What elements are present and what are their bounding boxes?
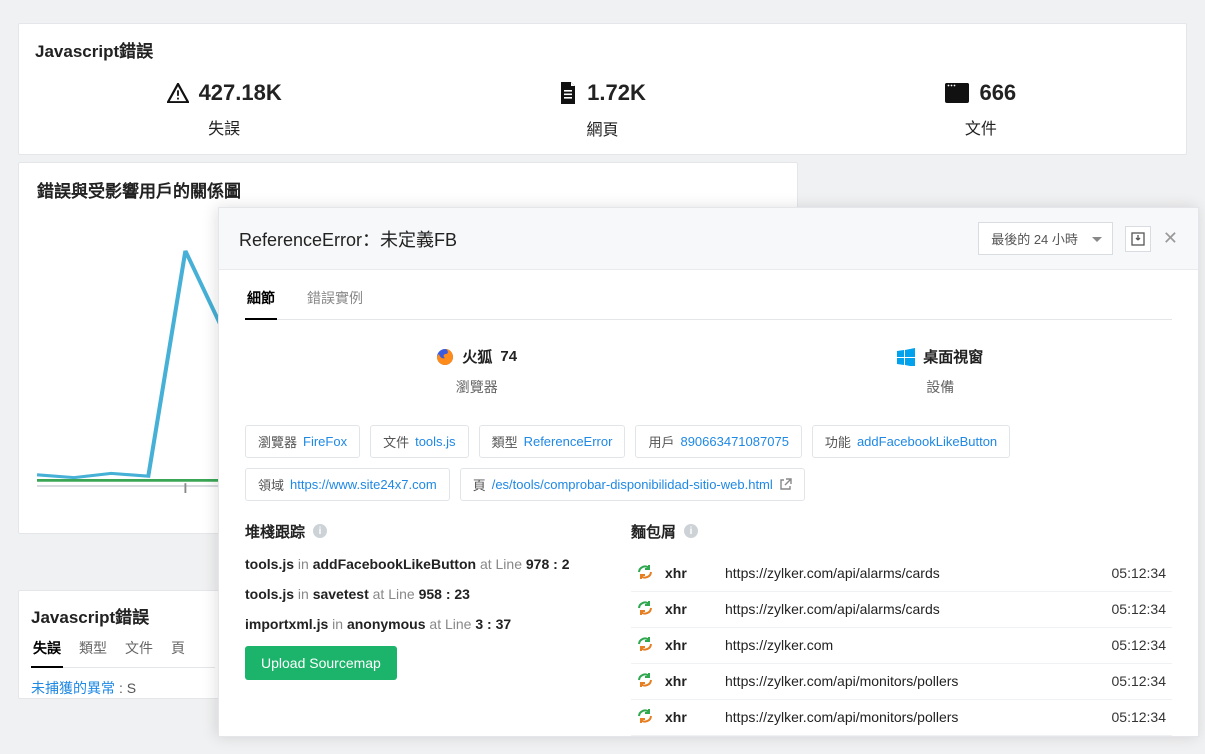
refresh-icon: [637, 600, 653, 616]
time-range-selector[interactable]: 最後的 24 小時: [978, 222, 1113, 255]
stack-trace-section: 堆棧跟踪 i tools.js in addFacebookLikeButton…: [245, 521, 605, 736]
pill-type: 類型ReferenceError: [479, 425, 626, 458]
export-pdf-button[interactable]: [1125, 226, 1151, 252]
stat-row: 427.18K 失誤 1.72K 網頁 666 文件: [35, 70, 1170, 154]
breadcrumb-type: xhr: [659, 556, 719, 592]
tab-errors[interactable]: 失誤: [31, 638, 63, 668]
info-icon[interactable]: i: [684, 524, 698, 538]
breadcrumb-url: https://zylker.com: [719, 627, 1094, 663]
breadcrumb-row: xhrhttps://zylker.com05:12:34: [631, 627, 1172, 663]
stack-line: tools.js in addFacebookLikeButton at Lin…: [245, 556, 605, 572]
stack-line: importxml.js in anonymous at Line 3 : 37: [245, 616, 605, 632]
browser-version: 74: [500, 348, 517, 365]
browser-info: 火狐 74 瀏覽器: [245, 336, 709, 407]
error-list-tabs: 失誤 類型 文件 頁: [31, 638, 215, 668]
tab-page[interactable]: 頁: [169, 638, 187, 667]
pill-function: 功能addFacebookLikeButton: [812, 425, 1010, 458]
error-item-link[interactable]: 未捕獲的異常: [31, 678, 115, 698]
breadcrumb-row: xhrhttps://zylker.com/api/monitors/polle…: [631, 699, 1172, 735]
detail-body: 細節 錯誤實例 火狐 74 瀏覽器 桌面視窗: [219, 270, 1198, 754]
breadcrumb-row: xhrhttps://zylker.com/api/alarms/cards05…: [631, 556, 1172, 592]
error-detail-panel: ReferenceError：未定義FB 最後的 24 小時 ✕ 細節 錯誤實例…: [218, 207, 1199, 737]
summary-title: Javascript錯誤: [35, 37, 1170, 62]
breadcrumb-table: xhrhttps://zylker.com/api/alarms/cards05…: [631, 556, 1172, 736]
breadcrumb-row: xhrhttps://zylker.com/api/alarms/cards05…: [631, 591, 1172, 627]
stat-errors: 427.18K 失誤: [35, 70, 413, 154]
error-list-card: Javascript錯誤 失誤 類型 文件 頁 未捕獲的異常 : S: [18, 590, 228, 699]
stat-label: 網頁: [413, 116, 791, 140]
windows-icon: [897, 348, 915, 366]
info-icon[interactable]: i: [313, 524, 327, 538]
breadcrumb-url: https://zylker.com/api/alarms/cards: [719, 556, 1094, 592]
pill-file: 文件tools.js: [370, 425, 468, 458]
error-list-title: Javascript錯誤: [31, 603, 215, 628]
stack-heading: 堆棧跟踪 i: [245, 521, 605, 542]
upload-sourcemap-button[interactable]: Upload Sourcemap: [245, 646, 397, 680]
browser-name: 火狐: [462, 346, 492, 367]
browser-label: 瀏覽器: [245, 377, 709, 397]
stat-files: 666 文件: [792, 70, 1170, 154]
detail-header: ReferenceError：未定義FB 最後的 24 小時 ✕: [219, 208, 1198, 270]
device-name: 桌面視窗: [923, 346, 983, 367]
tab-type[interactable]: 類型: [77, 638, 109, 667]
tab-instances[interactable]: 錯誤實例: [305, 288, 365, 319]
breadcrumb-type: xhr: [659, 627, 719, 663]
breadcrumb-url: https://zylker.com/api/alarms/cards: [719, 591, 1094, 627]
page-icon: [559, 82, 577, 104]
refresh-icon: [637, 564, 653, 580]
js-errors-summary: Javascript錯誤 427.18K 失誤 1.72K 網頁: [18, 23, 1187, 155]
firefox-icon: [436, 348, 454, 366]
breadcrumb-type: xhr: [659, 699, 719, 735]
browser-window-icon: [945, 83, 969, 103]
warning-icon: [167, 83, 189, 103]
breadcrumb-type: xhr: [659, 663, 719, 699]
tab-details[interactable]: 細節: [245, 288, 277, 320]
device-label: 設備: [709, 377, 1173, 397]
pill-browser: 瀏覽器FireFox: [245, 425, 360, 458]
refresh-icon: [637, 672, 653, 688]
error-item-trail: : S: [119, 680, 136, 696]
stat-value: 1.72K: [587, 80, 646, 106]
breadcrumbs-heading: 麵包屑 i: [631, 521, 1172, 542]
refresh-icon: [637, 636, 653, 652]
metadata-pills: 瀏覽器FireFox 文件tools.js 類型ReferenceError 用…: [245, 425, 1172, 501]
stack-line: tools.js in savetest at Line 958 : 23: [245, 586, 605, 602]
breadcrumb-time: 05:12:34: [1094, 663, 1172, 699]
pill-domain: 領域https://www.site24x7.com: [245, 468, 450, 501]
close-icon[interactable]: ✕: [1163, 228, 1178, 249]
stat-value: 666: [979, 80, 1016, 106]
breadcrumb-url: https://zylker.com/api/monitors/pollers: [719, 699, 1094, 735]
breadcrumb-url: https://zylker.com/api/monitors/pollers: [719, 663, 1094, 699]
pill-user: 用戶890663471087075: [635, 425, 801, 458]
stat-label: 失誤: [35, 115, 413, 139]
pill-page: 頁 /es/tools/comprobar-disponibilidad-sit…: [460, 468, 805, 501]
environment-row: 火狐 74 瀏覽器 桌面視窗 設備: [245, 336, 1172, 407]
refresh-icon: [637, 708, 653, 724]
detail-title: ReferenceError：未定義FB: [239, 226, 457, 252]
device-info: 桌面視窗 設備: [709, 336, 1173, 407]
breadcrumb-row: xhrhttps://zylker.com/api/monitors/polle…: [631, 663, 1172, 699]
stat-pages: 1.72K 網頁: [413, 70, 791, 154]
tab-file[interactable]: 文件: [123, 638, 155, 667]
stat-value: 427.18K: [199, 80, 282, 106]
breadcrumbs-section: 麵包屑 i xhrhttps://zylker.com/api/alarms/c…: [631, 521, 1172, 736]
external-link-icon[interactable]: [779, 478, 792, 491]
breadcrumb-time: 05:12:34: [1094, 591, 1172, 627]
breadcrumb-time: 05:12:34: [1094, 699, 1172, 735]
detail-tabs: 細節 錯誤實例: [245, 288, 1172, 320]
breadcrumb-time: 05:12:34: [1094, 556, 1172, 592]
chart-title: 錯誤與受影響用戶的關係圖: [37, 177, 779, 202]
stat-label: 文件: [792, 115, 1170, 139]
breadcrumb-time: 05:12:34: [1094, 627, 1172, 663]
breadcrumb-type: xhr: [659, 591, 719, 627]
